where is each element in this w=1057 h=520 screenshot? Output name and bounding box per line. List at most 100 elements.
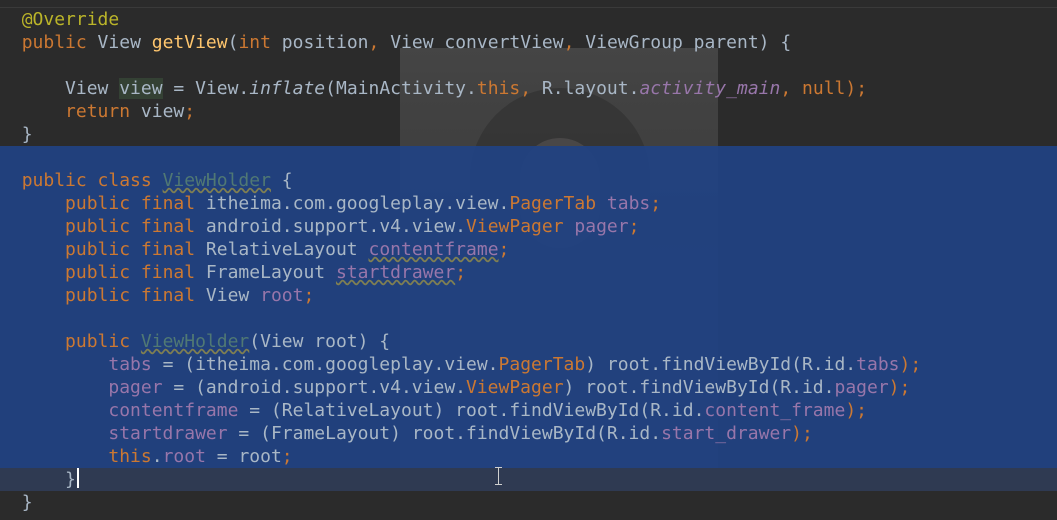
code-token: , [520,78,542,99]
code-token: ; [650,193,662,214]
code-token: public final [65,262,206,283]
code-token: (MainActivity. [325,78,477,99]
code-token: , [368,32,380,53]
code-token: public final [65,216,206,237]
code-token: view [130,101,185,122]
code-line[interactable]: return view; [0,100,1057,123]
code-token: ViewHolder [140,331,250,352]
code-token: this [476,78,521,99]
code-token: . [151,446,163,467]
code-token: ; [455,262,467,283]
code-token: = (RelativeLayout) root.findViewById(R.i… [238,400,705,421]
code-token: View convertView [379,32,564,53]
code-token: ViewPager [466,377,564,398]
code-token: int [238,32,271,53]
code-token: FrameLayout [205,262,336,283]
code-token: return [65,101,131,122]
code-token: = (FrameLayout) root.findViewById(R.id. [227,423,662,444]
code-token: ViewGroup parent) { [574,32,792,53]
code-token: PagerTab [509,193,597,214]
code-line[interactable] [0,54,1057,77]
code-token: this [108,446,152,467]
code-line[interactable] [0,146,1057,169]
code-token: (View root) { [249,331,391,352]
code-token: tabs [856,354,900,375]
code-token: PagerTab [498,354,586,375]
code-token: ViewHolder [162,170,271,191]
code-line[interactable]: } [0,468,1057,491]
code-token: contentframe [108,400,239,421]
code-token: View [65,78,120,99]
code-line[interactable]: startdrawer = (FrameLayout) root.findVie… [0,422,1057,445]
code-token: RelativeLayout [205,239,369,260]
code-token: = View. [162,78,250,99]
code-token: startdrawer [335,262,456,283]
code-line[interactable]: contentframe = (RelativeLayout) root.fin… [0,399,1057,422]
code-line[interactable]: this.root = root; [0,445,1057,468]
code-text[interactable]: @Override public View getView(int positi… [0,8,1057,514]
code-token: start_drawer [661,423,792,444]
code-line[interactable]: public final RelativeLayout contentframe… [0,238,1057,261]
code-token: tabs [596,193,651,214]
code-token: @Override [21,9,120,30]
code-token: = (android.support.v4.view. [162,377,466,398]
code-token: public final [65,239,206,260]
code-token: itheima.com.googleplay.view. [205,193,510,214]
code-token: position [270,32,369,53]
code-token: public [21,32,87,53]
code-token: public final [65,193,206,214]
code-token: ); [899,354,922,375]
code-line[interactable]: View view = View.inflate(MainActivity.th… [0,77,1057,100]
code-token: R.layout. [541,78,640,99]
code-token: ; [303,285,315,306]
code-token: public class [21,170,163,191]
code-token: ; [498,239,510,260]
code-token: public final [65,285,206,306]
code-line[interactable]: pager = (android.support.v4.view.ViewPag… [0,376,1057,399]
code-token: view [119,78,163,99]
code-token: content_frame [704,400,846,421]
code-line[interactable]: public final FrameLayout startdrawer; [0,261,1057,284]
code-token: } [65,469,76,490]
code-line[interactable]: public final View root; [0,284,1057,307]
code-token: ; [628,216,640,237]
code-token: , [780,78,803,99]
code-line[interactable]: public View getView(int position, View c… [0,31,1057,54]
code-token: } [21,124,33,145]
code-line[interactable]: public class ViewHolder { [0,169,1057,192]
code-token: tabs [108,354,152,375]
code-line[interactable]: tabs = (itheima.com.googleplay.view.Page… [0,353,1057,376]
code-line[interactable]: } [0,123,1057,146]
code-token: root [162,446,206,467]
code-editor[interactable]: @Override public View getView(int positi… [0,0,1057,520]
code-token: null [802,78,846,99]
code-token: activity_main [639,78,781,99]
code-line[interactable]: public final android.support.v4.view.Vie… [0,215,1057,238]
code-line[interactable] [0,307,1057,330]
code-line[interactable]: } [0,491,1057,514]
code-token: inflate [249,78,326,99]
code-token: ); [845,400,867,421]
code-token: pager [108,377,163,398]
code-token: ); [888,377,911,398]
code-line[interactable]: public final itheima.com.googleplay.view… [0,192,1057,215]
code-token: = root [205,446,282,467]
code-line[interactable]: public ViewHolder(View root) { [0,330,1057,353]
code-line[interactable]: @Override [0,8,1057,31]
code-token: public [65,331,141,352]
